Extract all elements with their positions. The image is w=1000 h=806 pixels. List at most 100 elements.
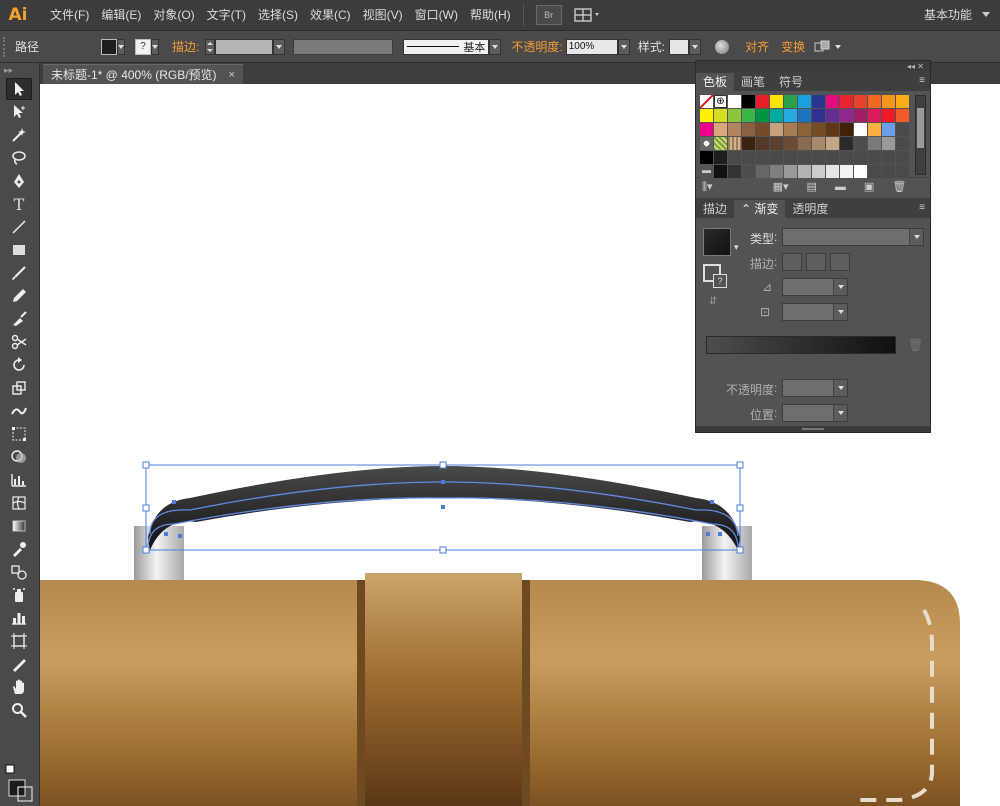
- swatch-chip[interactable]: [784, 165, 797, 178]
- menu-help[interactable]: 帮助(H): [464, 0, 517, 31]
- trash-icon[interactable]: 🗑: [908, 338, 923, 352]
- swatch-chip[interactable]: [728, 137, 741, 150]
- swatch-chip[interactable]: [840, 165, 853, 178]
- opacity-dropdown[interactable]: [617, 38, 630, 55]
- tab-swatches[interactable]: 色板: [696, 73, 735, 91]
- swatch-chip[interactable]: [826, 137, 839, 150]
- stroke-gradient-across-button[interactable]: [830, 253, 850, 271]
- menu-file[interactable]: 文件(F): [44, 0, 95, 31]
- blend-tool[interactable]: [6, 561, 32, 583]
- brush-definition[interactable]: 基本: [403, 38, 490, 55]
- reverse-gradient-icon[interactable]: ⇵: [709, 296, 717, 307]
- swatch-chip[interactable]: [868, 95, 881, 108]
- swatch-chip[interactable]: [770, 165, 783, 178]
- swatch-chip[interactable]: [742, 109, 755, 122]
- new-swatch-icon[interactable]: ▣: [864, 180, 874, 193]
- swatch-chip[interactable]: [756, 137, 769, 150]
- swatch-chip[interactable]: [812, 137, 825, 150]
- swatch-chip[interactable]: [742, 123, 755, 136]
- swatch-chip[interactable]: [854, 165, 867, 178]
- type-tool[interactable]: T: [6, 193, 32, 215]
- swatch-chip[interactable]: [700, 137, 713, 150]
- pencil-tool[interactable]: [6, 285, 32, 307]
- swatch-chip[interactable]: [742, 137, 755, 150]
- rotate-tool[interactable]: [6, 354, 32, 376]
- swatch-chip[interactable]: [798, 123, 811, 136]
- fill-stroke-widget[interactable]: [4, 763, 36, 803]
- opacity-link[interactable]: 不透明度: [511, 38, 559, 55]
- document-tab[interactable]: 未标题-1* @ 400% (RGB/预览) ×: [43, 64, 243, 84]
- swatch-chip[interactable]: [728, 165, 741, 178]
- paintbrush-tool[interactable]: [6, 262, 32, 284]
- swatch-chip[interactable]: [798, 95, 811, 108]
- slice-tool[interactable]: [6, 653, 32, 675]
- swatch-chip[interactable]: [812, 95, 825, 108]
- swatch-chip[interactable]: ▬: [700, 165, 713, 178]
- isolate-object-icon[interactable]: [813, 39, 831, 55]
- scale-tool[interactable]: [6, 377, 32, 399]
- new-color-group-icon[interactable]: ▬: [835, 181, 846, 193]
- swatch-chip[interactable]: [798, 137, 811, 150]
- swatch-chip[interactable]: [868, 137, 881, 150]
- recolor-artwork-icon[interactable]: [715, 39, 730, 54]
- stroke-weight-stepper[interactable]: [205, 38, 216, 55]
- swatch-chip[interactable]: [756, 165, 769, 178]
- perspective-grid-tool[interactable]: [6, 469, 32, 491]
- gradient-preview-swatch[interactable]: [703, 228, 731, 256]
- graphic-style-dropdown[interactable]: [689, 38, 702, 55]
- swatch-chip[interactable]: [756, 109, 769, 122]
- swatch-chip[interactable]: [742, 165, 755, 178]
- tab-brushes[interactable]: 画笔: [734, 73, 772, 91]
- symbol-sprayer-tool[interactable]: [6, 584, 32, 606]
- swatch-chip[interactable]: [714, 165, 727, 178]
- swatch-chip[interactable]: [812, 165, 825, 178]
- swatch-chip[interactable]: [714, 137, 727, 150]
- swatch-options-icon[interactable]: ▤: [807, 180, 817, 193]
- menu-edit[interactable]: 编辑(E): [95, 0, 147, 31]
- swatch-chip[interactable]: [840, 109, 853, 122]
- delete-swatch-icon[interactable]: 🗑: [892, 180, 906, 193]
- swatch-chip[interactable]: [784, 95, 797, 108]
- shape-builder-tool[interactable]: [6, 446, 32, 468]
- swatch-chip[interactable]: [882, 123, 895, 136]
- swatch-chip[interactable]: [812, 109, 825, 122]
- panel-menu-icon[interactable]: ≡: [919, 202, 925, 213]
- swatch-chip[interactable]: [812, 123, 825, 136]
- stroke-weight-dropdown[interactable]: [273, 38, 286, 55]
- fill-swatch[interactable]: [101, 38, 118, 55]
- swatch-chip[interactable]: [756, 123, 769, 136]
- swatch-libraries-icon[interactable]: ⫼▾: [702, 180, 713, 194]
- line-segment-tool[interactable]: [6, 216, 32, 238]
- swatches-scrollbar[interactable]: [915, 95, 926, 175]
- gradient-opacity-field[interactable]: [782, 379, 848, 397]
- menu-view[interactable]: 视图(V): [357, 0, 409, 31]
- graphic-style-swatch[interactable]: [669, 38, 690, 55]
- swatch-chip[interactable]: [896, 95, 909, 108]
- swatch-chip[interactable]: [840, 95, 853, 108]
- menu-window[interactable]: 窗口(W): [409, 0, 464, 31]
- fill-dropdown[interactable]: [117, 38, 126, 55]
- menu-select[interactable]: 选择(S): [252, 0, 304, 31]
- swatch-chip[interactable]: [868, 123, 881, 136]
- swatch-chip[interactable]: [826, 165, 839, 178]
- swatch-chip[interactable]: ⊕: [714, 95, 727, 108]
- gradient-tool[interactable]: [6, 515, 32, 537]
- swatch-chip[interactable]: [700, 109, 713, 122]
- panel-resize-grip[interactable]: [696, 426, 930, 432]
- artboard-tool[interactable]: [6, 630, 32, 652]
- zoom-tool[interactable]: [6, 699, 32, 721]
- selection-tool[interactable]: [6, 78, 32, 100]
- swatch-chip[interactable]: [700, 151, 713, 164]
- swatch-chip[interactable]: [784, 109, 797, 122]
- rectangle-tool[interactable]: [6, 239, 32, 261]
- tab-gradient[interactable]: ⌃ 渐变: [734, 200, 786, 218]
- lasso-tool[interactable]: [6, 147, 32, 169]
- menu-effect[interactable]: 效果(C): [304, 0, 357, 31]
- direct-selection-tool[interactable]: [6, 101, 32, 123]
- eyedropper-tool[interactable]: [6, 538, 32, 560]
- swatch-chip[interactable]: [840, 137, 853, 150]
- swatch-chip[interactable]: [728, 95, 741, 108]
- swatch-chip[interactable]: [854, 137, 867, 150]
- free-transform-tool[interactable]: [6, 423, 32, 445]
- swatch-chip[interactable]: [742, 95, 755, 108]
